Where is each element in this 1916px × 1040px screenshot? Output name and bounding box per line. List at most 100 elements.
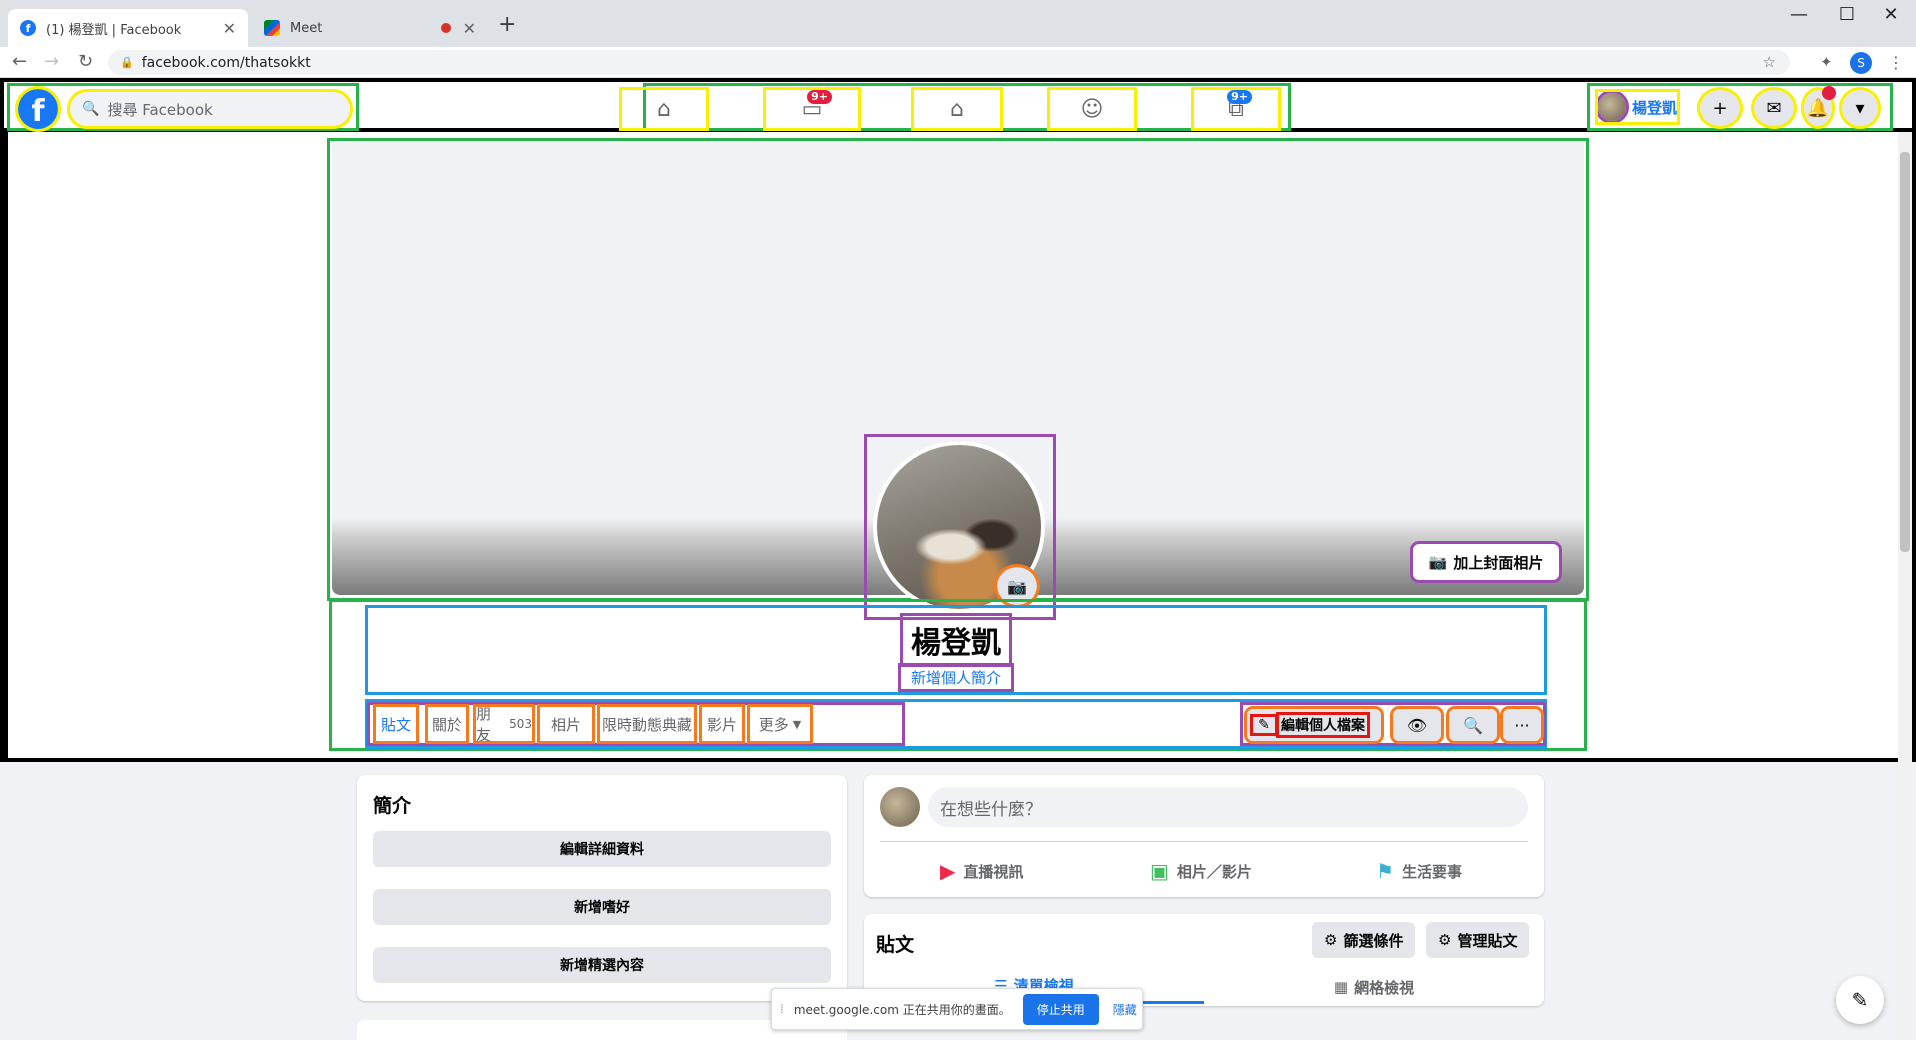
browser-tabstrip: f (1) 楊登凱 | Facebook ✕ Meet ✕ + — ☐ ✕ bbox=[0, 0, 1916, 47]
address-bar: ← → ↻ 🔒 facebook.com/thatsokkt ☆ ✦ S ⋮ bbox=[0, 47, 1916, 78]
lock-icon: 🔒 bbox=[120, 56, 134, 69]
tab-about[interactable]: 關於 bbox=[425, 704, 469, 744]
notifications-button[interactable]: 🔔 bbox=[1801, 86, 1836, 129]
url-text: facebook.com/thatsokkt bbox=[141, 54, 311, 71]
new-tab-button[interactable]: + bbox=[498, 12, 516, 37]
maximize-icon[interactable]: ☐ bbox=[1824, 4, 1870, 25]
search-icon: 🔍 bbox=[82, 101, 100, 117]
facebook-icon: f bbox=[20, 20, 36, 36]
add-bio-link[interactable]: 新增個人簡介 bbox=[897, 663, 1015, 692]
action-label: 直播視訊 bbox=[963, 862, 1024, 881]
view-as-button[interactable]: 👁 bbox=[1390, 706, 1444, 744]
tab-label: 相片 bbox=[550, 715, 581, 734]
search-input[interactable]: 🔍 搜尋 Facebook bbox=[67, 89, 353, 129]
share-message: meet.google.com 正在共用你的畫面。 bbox=[793, 1002, 1011, 1017]
add-cover-photo-button[interactable]: 📷 加上封面相片 bbox=[1410, 541, 1562, 583]
chevron-down-icon: ▾ bbox=[1855, 97, 1865, 119]
tab-videos[interactable]: 影片 bbox=[699, 704, 745, 744]
search-icon: 🔍 bbox=[1463, 715, 1483, 735]
add-cover-label: 加上封面相片 bbox=[1453, 553, 1544, 572]
menu-kebab-icon[interactable]: ⋮ bbox=[1888, 53, 1904, 72]
nav-groups[interactable]: ☺ bbox=[1047, 87, 1137, 131]
tab-label: 貼文 bbox=[380, 715, 411, 734]
tab-label: 更多 bbox=[758, 715, 789, 734]
reload-icon[interactable]: ↻ bbox=[78, 51, 93, 72]
tab-label: 影片 bbox=[706, 715, 737, 734]
nav-watch[interactable]: ▭ 9+ bbox=[763, 87, 861, 131]
profile-actions: ✎ 編輯個人檔案 👁 🔍 ··· bbox=[1240, 702, 1546, 746]
posts-title: 貼文 bbox=[876, 934, 915, 956]
eye-icon: 👁 bbox=[1406, 715, 1428, 735]
add-featured-button[interactable]: 新增精選內容 bbox=[373, 947, 831, 983]
live-video-button[interactable]: ▶ 直播視訊 bbox=[940, 853, 1023, 889]
nav-home[interactable]: ⌂ bbox=[619, 87, 709, 131]
home-icon: ⌂ bbox=[657, 96, 671, 122]
close-icon[interactable]: ✕ bbox=[223, 19, 236, 38]
account-menu-button[interactable]: ▾ bbox=[1839, 87, 1881, 129]
composer-input[interactable]: 在想些什麼？ bbox=[928, 787, 1528, 827]
compose-icon: ✎ bbox=[1851, 988, 1869, 1012]
notification-badge: 9+ bbox=[1227, 90, 1252, 104]
drag-handle-icon[interactable]: ⁞ bbox=[780, 1002, 784, 1016]
tab-photos[interactable]: 相片 bbox=[537, 704, 595, 744]
manage-posts-button[interactable]: ⚙ 管理貼文 bbox=[1426, 922, 1530, 958]
manage-label: 管理貼文 bbox=[1457, 931, 1518, 950]
life-event-button[interactable]: ⚑ 生活要事 bbox=[1376, 853, 1462, 889]
header-right-group: 楊登凱 + ✉ 🔔 ▾ bbox=[1587, 83, 1893, 131]
minimize-icon[interactable]: — bbox=[1776, 4, 1822, 25]
sliders-icon: ⚙ bbox=[1324, 931, 1338, 949]
add-hobbies-button[interactable]: 新增嗜好 bbox=[373, 889, 831, 925]
photo-video-button[interactable]: ▣ 相片／影片 bbox=[1150, 853, 1252, 889]
messenger-button[interactable]: ✉ bbox=[1751, 87, 1797, 129]
filter-button[interactable]: ⚙ 篩選條件 bbox=[1312, 922, 1416, 958]
header-profile-chip[interactable]: 楊登凱 bbox=[1594, 89, 1681, 125]
facebook-logo-icon[interactable]: f bbox=[15, 86, 61, 132]
browser-tab-facebook[interactable]: f (1) 楊登凱 | Facebook ✕ bbox=[8, 9, 248, 47]
photo-icon: ▣ bbox=[1150, 859, 1169, 883]
close-icon[interactable]: ✕ bbox=[463, 19, 476, 38]
tab-stories-archive[interactable]: 限時動態典藏 bbox=[597, 704, 697, 744]
scrollbar-thumb[interactable] bbox=[1900, 152, 1910, 552]
browser-tab-meet[interactable]: Meet ✕ bbox=[252, 9, 488, 47]
url-field[interactable]: 🔒 facebook.com/thatsokkt ☆ bbox=[108, 50, 1790, 75]
tab-title: (1) 楊登凱 | Facebook bbox=[46, 22, 182, 38]
intro-title: 簡介 bbox=[373, 795, 412, 817]
tab-friends[interactable]: 朋友 503 bbox=[473, 704, 535, 744]
search-placeholder: 搜尋 Facebook bbox=[107, 100, 213, 119]
tab-more[interactable]: 更多 ▼ bbox=[747, 704, 813, 744]
new-message-button[interactable]: ✎ bbox=[1836, 976, 1884, 1024]
main-nav: ⌂ ▭ 9+ ⌂ ☺ ⧉ 9+ bbox=[619, 83, 1291, 131]
meet-icon bbox=[264, 20, 280, 36]
search-profile-button[interactable]: 🔍 bbox=[1446, 706, 1500, 744]
tab-label: 朋友 bbox=[476, 705, 492, 744]
profile-info-box: 楊登凱 新增個人簡介 貼文 關於 朋友 503 相片 限時動態典藏 影片 更多 … bbox=[329, 599, 1587, 751]
plus-icon: + bbox=[1712, 97, 1728, 119]
live-video-icon: ▶ bbox=[940, 859, 956, 883]
nav-marketplace[interactable]: ⌂ bbox=[911, 87, 1003, 131]
close-window-icon[interactable]: ✕ bbox=[1868, 4, 1914, 25]
scrollbar[interactable] bbox=[1898, 132, 1912, 1040]
pencil-icon: ✎ bbox=[1250, 714, 1278, 736]
grid-view-tab[interactable]: ▦ 網格檢視 bbox=[1204, 970, 1544, 1004]
notification-badge: 9+ bbox=[807, 90, 832, 104]
edit-details-button[interactable]: 編輯詳細資料 bbox=[373, 831, 831, 867]
more-options-button[interactable]: ··· bbox=[1500, 706, 1544, 744]
notification-dot bbox=[1822, 86, 1836, 100]
name-section: 楊登凱 新增個人簡介 bbox=[365, 605, 1547, 695]
avatar bbox=[880, 787, 920, 827]
store-icon: ⌂ bbox=[950, 96, 964, 122]
nav-gaming[interactable]: ⧉ 9+ bbox=[1191, 87, 1281, 131]
stop-sharing-button[interactable]: 停止共用 bbox=[1022, 993, 1099, 1025]
screen-share-bar: ⁞ meet.google.com 正在共用你的畫面。 停止共用 隱藏 bbox=[771, 988, 1143, 1030]
edit-profile-button[interactable]: ✎ 編輯個人檔案 bbox=[1244, 706, 1384, 744]
extensions-icon[interactable]: ✦ bbox=[1820, 53, 1833, 71]
tab-posts[interactable]: 貼文 bbox=[373, 704, 419, 744]
header-profile-name: 楊登凱 bbox=[1632, 98, 1678, 117]
create-button[interactable]: + bbox=[1697, 87, 1743, 129]
update-profile-picture-button[interactable]: 📷 bbox=[994, 564, 1040, 608]
bookmark-star-icon[interactable]: ☆ bbox=[1763, 53, 1776, 71]
hide-button[interactable]: 隱藏 bbox=[1113, 1001, 1137, 1018]
back-icon[interactable]: ← bbox=[12, 51, 27, 72]
browser-profile-avatar[interactable]: S bbox=[1850, 52, 1872, 74]
forward-icon[interactable]: → bbox=[44, 51, 59, 72]
